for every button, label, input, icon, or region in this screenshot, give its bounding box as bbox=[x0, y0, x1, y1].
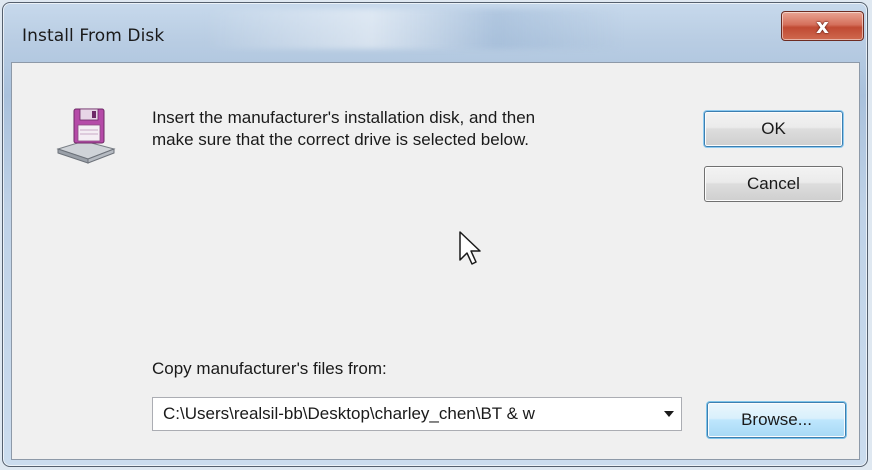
dialog-body: Insert the manufacturer's installation d… bbox=[11, 62, 860, 460]
browse-button[interactable]: Browse... bbox=[707, 402, 846, 438]
copy-from-label: Copy manufacturer's files from: bbox=[152, 359, 387, 378]
window-title: Install From Disk bbox=[22, 26, 165, 46]
close-button[interactable]: x bbox=[781, 11, 864, 41]
ok-button[interactable]: OK bbox=[704, 111, 843, 147]
instruction-line-2: make sure that the correct drive is sele… bbox=[152, 130, 530, 149]
instruction-text: Insert the manufacturer's installation d… bbox=[152, 107, 672, 151]
cancel-button[interactable]: Cancel bbox=[704, 166, 843, 202]
install-from-disk-window: Install From Disk x Insert the manufactu… bbox=[2, 2, 868, 467]
mouse-cursor-icon bbox=[459, 231, 481, 265]
instruction-line-1: Insert the manufacturer's installation d… bbox=[152, 108, 536, 127]
source-path-value[interactable]: C:\Users\realsil-bb\Desktop\charley_chen… bbox=[153, 404, 657, 424]
close-icon: x bbox=[816, 14, 829, 38]
source-path-combobox[interactable]: C:\Users\realsil-bb\Desktop\charley_chen… bbox=[152, 397, 682, 431]
floppy-disk-install-icon bbox=[56, 108, 116, 164]
title-bar-glass bbox=[203, 9, 623, 49]
dropdown-arrow-icon[interactable] bbox=[657, 398, 681, 430]
